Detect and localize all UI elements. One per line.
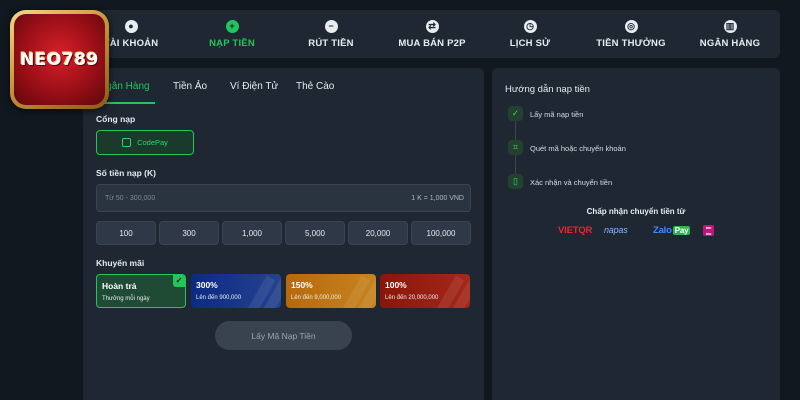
nav-item-withdraw[interactable]: − RÚT TIỀN: [283, 10, 379, 58]
amount-input[interactable]: Từ 50 - 300,000 1 K = 1,000 VND: [96, 184, 471, 212]
top-navigation: ● TÀI KHOẢN + NẠP TIỀN − RÚT TIỀN ⇄ MUA …: [96, 10, 780, 58]
promo-title: 100%: [385, 280, 407, 290]
account-icon: ●: [124, 19, 138, 33]
zalopay-wordmark: Zalo: [653, 225, 672, 236]
nav-label: RÚT TIỀN: [308, 37, 354, 49]
guide-step: Xác nhận và chuyển tiền: [530, 178, 613, 187]
zalopay-pay-badge: Pay: [672, 226, 691, 235]
p2p-icon: ⇄: [425, 19, 439, 33]
qr-scan-icon: ⌗: [508, 140, 523, 155]
vietqr-logo: VIETQR: [558, 225, 593, 236]
codepay-icon: [122, 138, 132, 147]
momo-logo: mo mo: [703, 225, 714, 236]
amount-option[interactable]: 100,000: [411, 221, 471, 245]
nav-label: MUA BÁN P2P: [398, 37, 466, 49]
nav-label: LỊCH SỬ: [509, 37, 551, 49]
nav-label: TÀI KHOẢN: [103, 37, 159, 49]
accepted-sources-title: Chấp nhận chuyển tiền từ: [586, 207, 686, 216]
history-icon: ◷: [523, 19, 537, 33]
withdraw-icon: −: [324, 19, 338, 33]
brand-logo-text: NEO789: [20, 49, 99, 70]
nav-item-rewards[interactable]: ◎ TIỀN THƯỞNG: [583, 10, 679, 58]
amount-option[interactable]: 1,000: [222, 221, 282, 245]
promo-subtitle: Lên đến 20,000,000: [385, 295, 439, 301]
nav-item-history[interactable]: ◷ LỊCH SỬ: [482, 10, 578, 58]
amount-option[interactable]: 5,000: [285, 221, 345, 245]
promo-subtitle: Lên đến 9,000,000: [291, 295, 342, 301]
nav-label: TIỀN THƯỞNG: [596, 37, 666, 49]
tab-card[interactable]: Thẻ Cào: [296, 81, 334, 92]
exchange-rate: 1 K = 1,000 VND: [411, 195, 464, 202]
promo-title: 150%: [291, 280, 313, 290]
promo-card-150[interactable]: 150% Lên đến 9,000,000: [286, 274, 376, 308]
shield-check-icon: ✓: [508, 106, 523, 121]
deposit-guide-panel: Hướng dẫn nạp tiền ✓ Lấy mã nạp tiền ⌗ Q…: [492, 68, 780, 400]
amount-placeholder: Từ 50 - 300,000: [105, 195, 156, 202]
bank-icon: ▥: [723, 19, 737, 33]
guide-step: Lấy mã nạp tiền: [530, 110, 584, 119]
promo-subtitle: Lên đến 900,000: [196, 295, 242, 301]
deposit-panel: Ngân Hàng Tiền Ảo Ví Điện Tử Thẻ Cào Cổn…: [83, 68, 484, 400]
codepay-label: CodePay: [137, 138, 168, 147]
promo-label: Khuyến mãi: [96, 258, 145, 268]
promo-card-cashback[interactable]: Hoàn trả Thưởng mỗi ngày ✓: [96, 274, 186, 308]
brand-logo-badge: NEO789: [14, 14, 105, 105]
promo-title: Hoàn trả: [102, 281, 137, 291]
amount-option[interactable]: 100: [96, 221, 156, 245]
promo-subtitle: Thưởng mỗi ngày: [102, 296, 150, 302]
gate-label: Cổng nạp: [96, 114, 136, 124]
phone-icon: ▯: [508, 174, 523, 189]
deposit-icon: +: [225, 19, 239, 33]
napas-logo: napas: [604, 225, 628, 235]
nav-item-p2p[interactable]: ⇄ MUA BÁN P2P: [384, 10, 480, 58]
tab-crypto[interactable]: Tiền Ảo: [173, 81, 207, 92]
promo-card-100[interactable]: 100% Lên đến 20,000,000: [380, 274, 470, 308]
amount-option[interactable]: 20,000: [348, 221, 408, 245]
guide-step: Quét mã hoặc chuyển khoản: [530, 144, 626, 153]
nav-item-bank[interactable]: ▥ NGÂN HÀNG: [682, 10, 778, 58]
reward-icon: ◎: [624, 19, 638, 33]
nav-label: NẠP TIỀN: [209, 37, 255, 49]
zalopay-logo: Zalo Pay: [653, 225, 691, 236]
amount-label: Số tiền nạp (K): [96, 168, 156, 178]
guide-title: Hướng dẫn nạp tiền: [505, 84, 590, 95]
codepay-button[interactable]: CodePay: [96, 130, 194, 155]
tab-e-wallet[interactable]: Ví Điện Tử: [230, 81, 278, 92]
brand-logo[interactable]: NEO789: [10, 10, 109, 109]
deposit-method-tabs: Ngân Hàng Tiền Ảo Ví Điện Tử Thẻ Cào: [83, 68, 484, 104]
nav-item-deposit[interactable]: + NẠP TIỀN: [184, 10, 280, 58]
get-deposit-code-button[interactable]: Lấy Mã Nạp Tiền: [215, 321, 352, 350]
nav-label: NGÂN HÀNG: [699, 37, 761, 49]
promo-title: 300%: [196, 280, 218, 290]
checkmark-icon: ✓: [173, 275, 185, 287]
promo-card-300[interactable]: 300% Lên đến 900,000: [191, 274, 281, 308]
amount-option[interactable]: 300: [159, 221, 219, 245]
